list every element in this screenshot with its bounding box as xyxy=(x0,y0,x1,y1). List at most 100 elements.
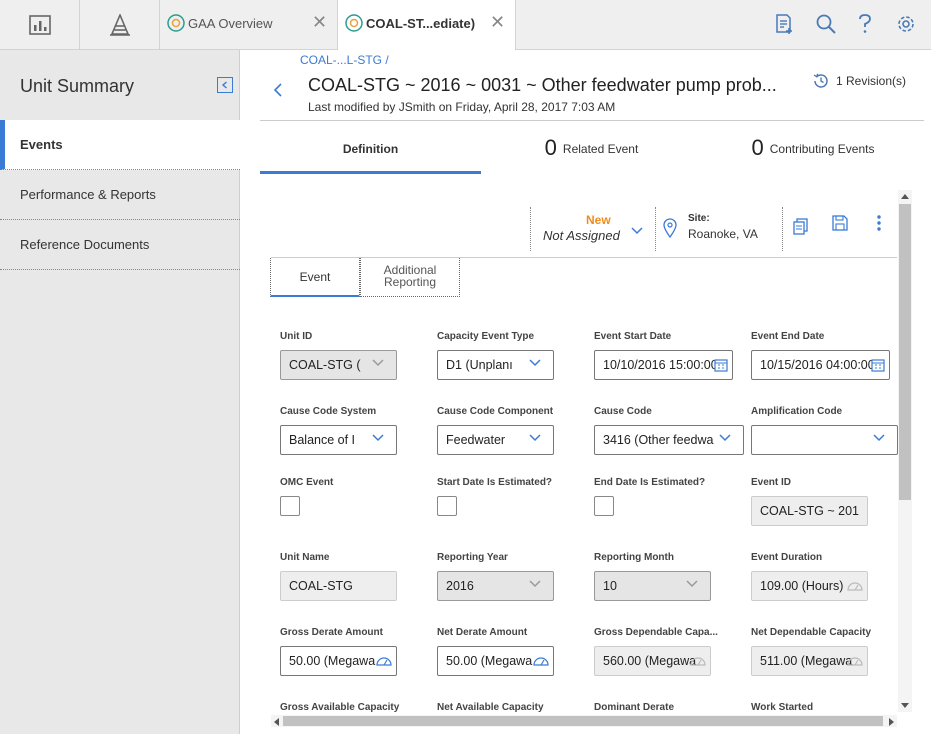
gauge-icon xyxy=(847,657,863,666)
new-document-button[interactable] xyxy=(774,13,794,35)
scrollbar-thumb[interactable] xyxy=(899,204,911,500)
tab-label: Related Event xyxy=(562,142,639,156)
dashboard-icon xyxy=(28,14,51,35)
sidebar-item-events[interactable]: Events xyxy=(0,120,240,170)
gauge-icon xyxy=(690,657,706,666)
status-assignee: Not Assigned xyxy=(543,228,620,243)
search-icon xyxy=(816,14,836,34)
net-dependable-capacity-value: 511.00 (Megawa xyxy=(760,654,853,668)
scroll-left-icon xyxy=(274,718,279,726)
sidebar-item-label: Events xyxy=(20,137,63,152)
reporting-month-select: 10 xyxy=(594,571,711,601)
event-duration-field: 109.00 (Hours) xyxy=(751,571,868,601)
amplification-code-select[interactable] xyxy=(751,425,898,455)
unit-name-value: COAL-STG xyxy=(289,579,353,593)
tab-event[interactable]: Event xyxy=(270,258,360,297)
asset-hierarchy-button[interactable] xyxy=(80,0,160,49)
cause-code-component-select[interactable]: Feedwater xyxy=(437,425,554,455)
tab-contributing-events[interactable]: 0 Contributing Events xyxy=(702,121,924,174)
chevron-down-icon xyxy=(686,580,698,588)
end-date-estimated-checkbox[interactable] xyxy=(594,496,614,516)
back-button[interactable] xyxy=(273,82,283,98)
save-button[interactable] xyxy=(832,215,848,231)
subtabs: Definition 0 Related Event 0 Contributing … xyxy=(260,121,924,174)
event-end-date-value: 10/15/2016 04:00:00 xyxy=(760,358,875,372)
top-bar: GAA Overview ✕ COAL-ST...ediate) ✕ xyxy=(0,0,931,50)
site-value: Roanoke, VA xyxy=(688,227,758,241)
revisions-label: 1 Revision(s) xyxy=(836,74,907,88)
chevron-left-icon xyxy=(273,83,282,97)
event-end-date-label: Event End Date xyxy=(751,331,825,342)
gauge-icon[interactable] xyxy=(533,656,549,666)
omc-event-checkbox[interactable] xyxy=(280,496,300,516)
capacity-event-type-select[interactable]: D1 (Unplanı xyxy=(437,350,554,380)
close-icon[interactable]: ✕ xyxy=(312,12,327,32)
search-button[interactable] xyxy=(815,13,837,35)
contributing-events-count: 0 xyxy=(751,135,764,160)
reporting-year-select: 2016 xyxy=(437,571,554,601)
sidebar-item-reference-documents[interactable]: Reference Documents xyxy=(0,220,240,270)
net-available-capacity-label: Net Available Capacity xyxy=(437,702,544,713)
new-document-icon xyxy=(776,14,792,34)
event-id-label: Event ID xyxy=(751,477,792,488)
chevron-down-icon xyxy=(873,434,885,442)
event-start-date-label: Event Start Date xyxy=(594,331,672,342)
gross-derate-amount-label: Gross Derate Amount xyxy=(280,627,383,638)
pyramid-icon xyxy=(109,13,130,36)
settings-button[interactable] xyxy=(895,13,917,35)
last-modified-text: Last modified by JSmith on Friday, April… xyxy=(308,100,616,114)
sidebar: Unit Summary Events Performance & Report… xyxy=(0,50,240,734)
site-label: Site: xyxy=(688,213,710,224)
revisions-button[interactable]: 1 Revision(s) xyxy=(812,72,906,90)
gross-available-capacity-label: Gross Available Capacity xyxy=(280,702,400,713)
collapse-sidebar-button[interactable] xyxy=(217,77,233,93)
net-derate-amount-label: Net Derate Amount xyxy=(437,627,528,638)
status-dropdown-button[interactable] xyxy=(631,227,643,235)
net-dependable-capacity-field: 511.00 (Megawa xyxy=(751,646,868,676)
close-icon[interactable]: ✕ xyxy=(490,12,505,32)
chevron-down-icon xyxy=(372,434,384,442)
unit-id-select: COAL-STG ( xyxy=(280,350,397,380)
page-title: COAL-STG ~ 2016 ~ 0031 ~ Other feedwater… xyxy=(308,75,777,95)
tab-additional-reporting[interactable]: Additional Reporting xyxy=(360,258,460,297)
tab-label: Definition xyxy=(342,142,399,156)
tab-related-event[interactable]: 0 Related Event xyxy=(481,121,702,174)
tab-coal-st-event[interactable]: COAL-ST...ediate) ✕ xyxy=(338,0,516,50)
history-icon xyxy=(813,73,828,88)
copy-button[interactable] xyxy=(792,217,810,235)
related-event-count: 0 xyxy=(544,135,557,160)
tab-definition[interactable]: Definition xyxy=(260,121,481,174)
sidebar-item-label: Performance & Reports xyxy=(20,187,156,202)
unit-name-field: COAL-STG xyxy=(280,571,397,601)
gross-derate-amount-input[interactable]: 50.00 (Megawa xyxy=(280,646,397,676)
help-button[interactable] xyxy=(858,13,872,35)
event-end-date-input[interactable]: 10/15/2016 04:00:00 xyxy=(751,350,890,380)
gross-dependable-capacity-field: 560.00 (Megawa xyxy=(594,646,711,676)
event-start-date-input[interactable]: 10/10/2016 15:00:00 xyxy=(594,350,733,380)
gauge-icon[interactable] xyxy=(376,656,392,666)
more-options-button[interactable] xyxy=(876,215,882,231)
copy-document-icon xyxy=(793,218,808,235)
chevron-down-icon xyxy=(529,359,541,367)
breadcrumb[interactable]: COAL-...L-STG / xyxy=(300,53,389,67)
scrollbar-thumb[interactable] xyxy=(283,716,883,726)
start-date-estimated-checkbox[interactable] xyxy=(437,496,457,516)
more-vertical-icon xyxy=(877,215,881,231)
horizontal-scrollbar[interactable] xyxy=(271,715,897,727)
calendar-icon[interactable] xyxy=(714,358,728,372)
cause-code-select[interactable]: 3416 (Other feedwa xyxy=(594,425,744,455)
calendar-icon[interactable] xyxy=(871,358,885,372)
gauge-icon xyxy=(847,582,863,591)
main-content: COAL-...L-STG / COAL-STG ~ 2016 ~ 0031 ~… xyxy=(241,50,931,734)
dashboard-button[interactable] xyxy=(0,0,80,49)
tab-gaa-overview[interactable]: GAA Overview ✕ xyxy=(160,0,338,49)
gaa-icon xyxy=(345,14,363,32)
cause-code-component-label: Cause Code Component xyxy=(437,406,554,417)
vertical-scrollbar[interactable] xyxy=(898,190,912,712)
help-icon xyxy=(859,14,871,33)
cause-code-system-select[interactable]: Balance of I xyxy=(280,425,397,455)
tab-label: COAL-ST...ediate) xyxy=(366,16,476,31)
sidebar-item-performance-reports[interactable]: Performance & Reports xyxy=(0,170,240,220)
net-derate-amount-input[interactable]: 50.00 (Megawa xyxy=(437,646,554,676)
gross-derate-amount-value: 50.00 (Megawa xyxy=(289,654,376,668)
